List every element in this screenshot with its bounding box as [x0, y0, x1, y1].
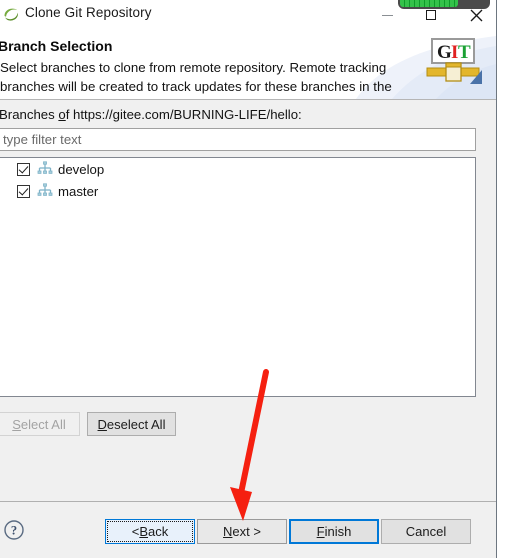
finish-button[interactable]: Finish	[289, 519, 379, 544]
screenshot-canvas: Clone Git Repository Branch Selection Se…	[0, 0, 508, 558]
deselect-all-label: eselect All	[106, 416, 166, 432]
back-button[interactable]: < Back	[105, 519, 195, 544]
branch-checkbox-develop[interactable]	[17, 162, 30, 176]
finish-mnemonic: F	[316, 524, 325, 539]
page-title: Branch Selection	[0, 38, 113, 54]
next-mnemonic: N	[223, 524, 233, 539]
next-button[interactable]: Next >	[197, 519, 287, 544]
eclipse-icon	[2, 6, 19, 23]
branch-name: develop	[58, 161, 105, 177]
svg-text:?: ?	[11, 524, 17, 538]
help-icon[interactable]: ?	[4, 520, 24, 540]
branches-label: Branches of https://gitee.com/BURNING-LI…	[0, 107, 302, 122]
back-mnemonic: B	[139, 524, 149, 539]
select-all-button[interactable]: Select All	[0, 412, 80, 436]
filter-placeholder: type filter text	[3, 132, 82, 147]
clone-git-repository-dialog: Clone Git Repository Branch Selection Se…	[0, 0, 497, 558]
svg-text:G: G	[437, 42, 452, 63]
svg-text:T: T	[458, 42, 471, 63]
branches-label-prefix: Branches	[0, 107, 59, 122]
branch-list[interactable]: develop master	[0, 157, 476, 397]
maximize-icon	[426, 10, 436, 20]
minimize-icon	[382, 15, 393, 16]
deselect-all-button[interactable]: Deselect All	[87, 412, 176, 436]
progress-fill	[400, 0, 458, 7]
branch-icon	[37, 183, 53, 199]
branch-list-item-develop[interactable]: develop	[0, 158, 475, 180]
branch-icon	[37, 161, 53, 177]
window-title: Clone Git Repository	[25, 5, 152, 20]
branch-checkbox-master[interactable]	[17, 184, 30, 198]
wizard-banner: Branch Selection Select branches to clon…	[0, 30, 496, 100]
branches-label-mnemonic: o	[58, 107, 66, 122]
deselect-all-mnemonic: D	[97, 416, 107, 432]
git-logo-icon: G I T	[424, 37, 482, 89]
branches-label-suffix: f https://gitee.com/BURNING-LIFE/hello:	[65, 107, 302, 122]
back-pre: <	[131, 524, 140, 539]
select-all-mnemonic: S	[12, 416, 21, 432]
page-description: Select branches to clone from remote rep…	[0, 60, 392, 94]
next-post: ext >	[232, 524, 261, 539]
green-progress-bar	[398, 0, 490, 9]
cancel-label: Cancel	[405, 524, 447, 539]
branch-name: master	[58, 183, 99, 199]
select-all-label: elect All	[20, 416, 66, 432]
branch-list-item-master[interactable]: master	[0, 180, 475, 202]
finish-post: inish	[324, 524, 352, 539]
cancel-button[interactable]: Cancel	[381, 519, 471, 544]
back-post: ack	[148, 524, 169, 539]
footer-separator	[0, 501, 496, 502]
filter-input[interactable]: type filter text	[0, 128, 476, 151]
